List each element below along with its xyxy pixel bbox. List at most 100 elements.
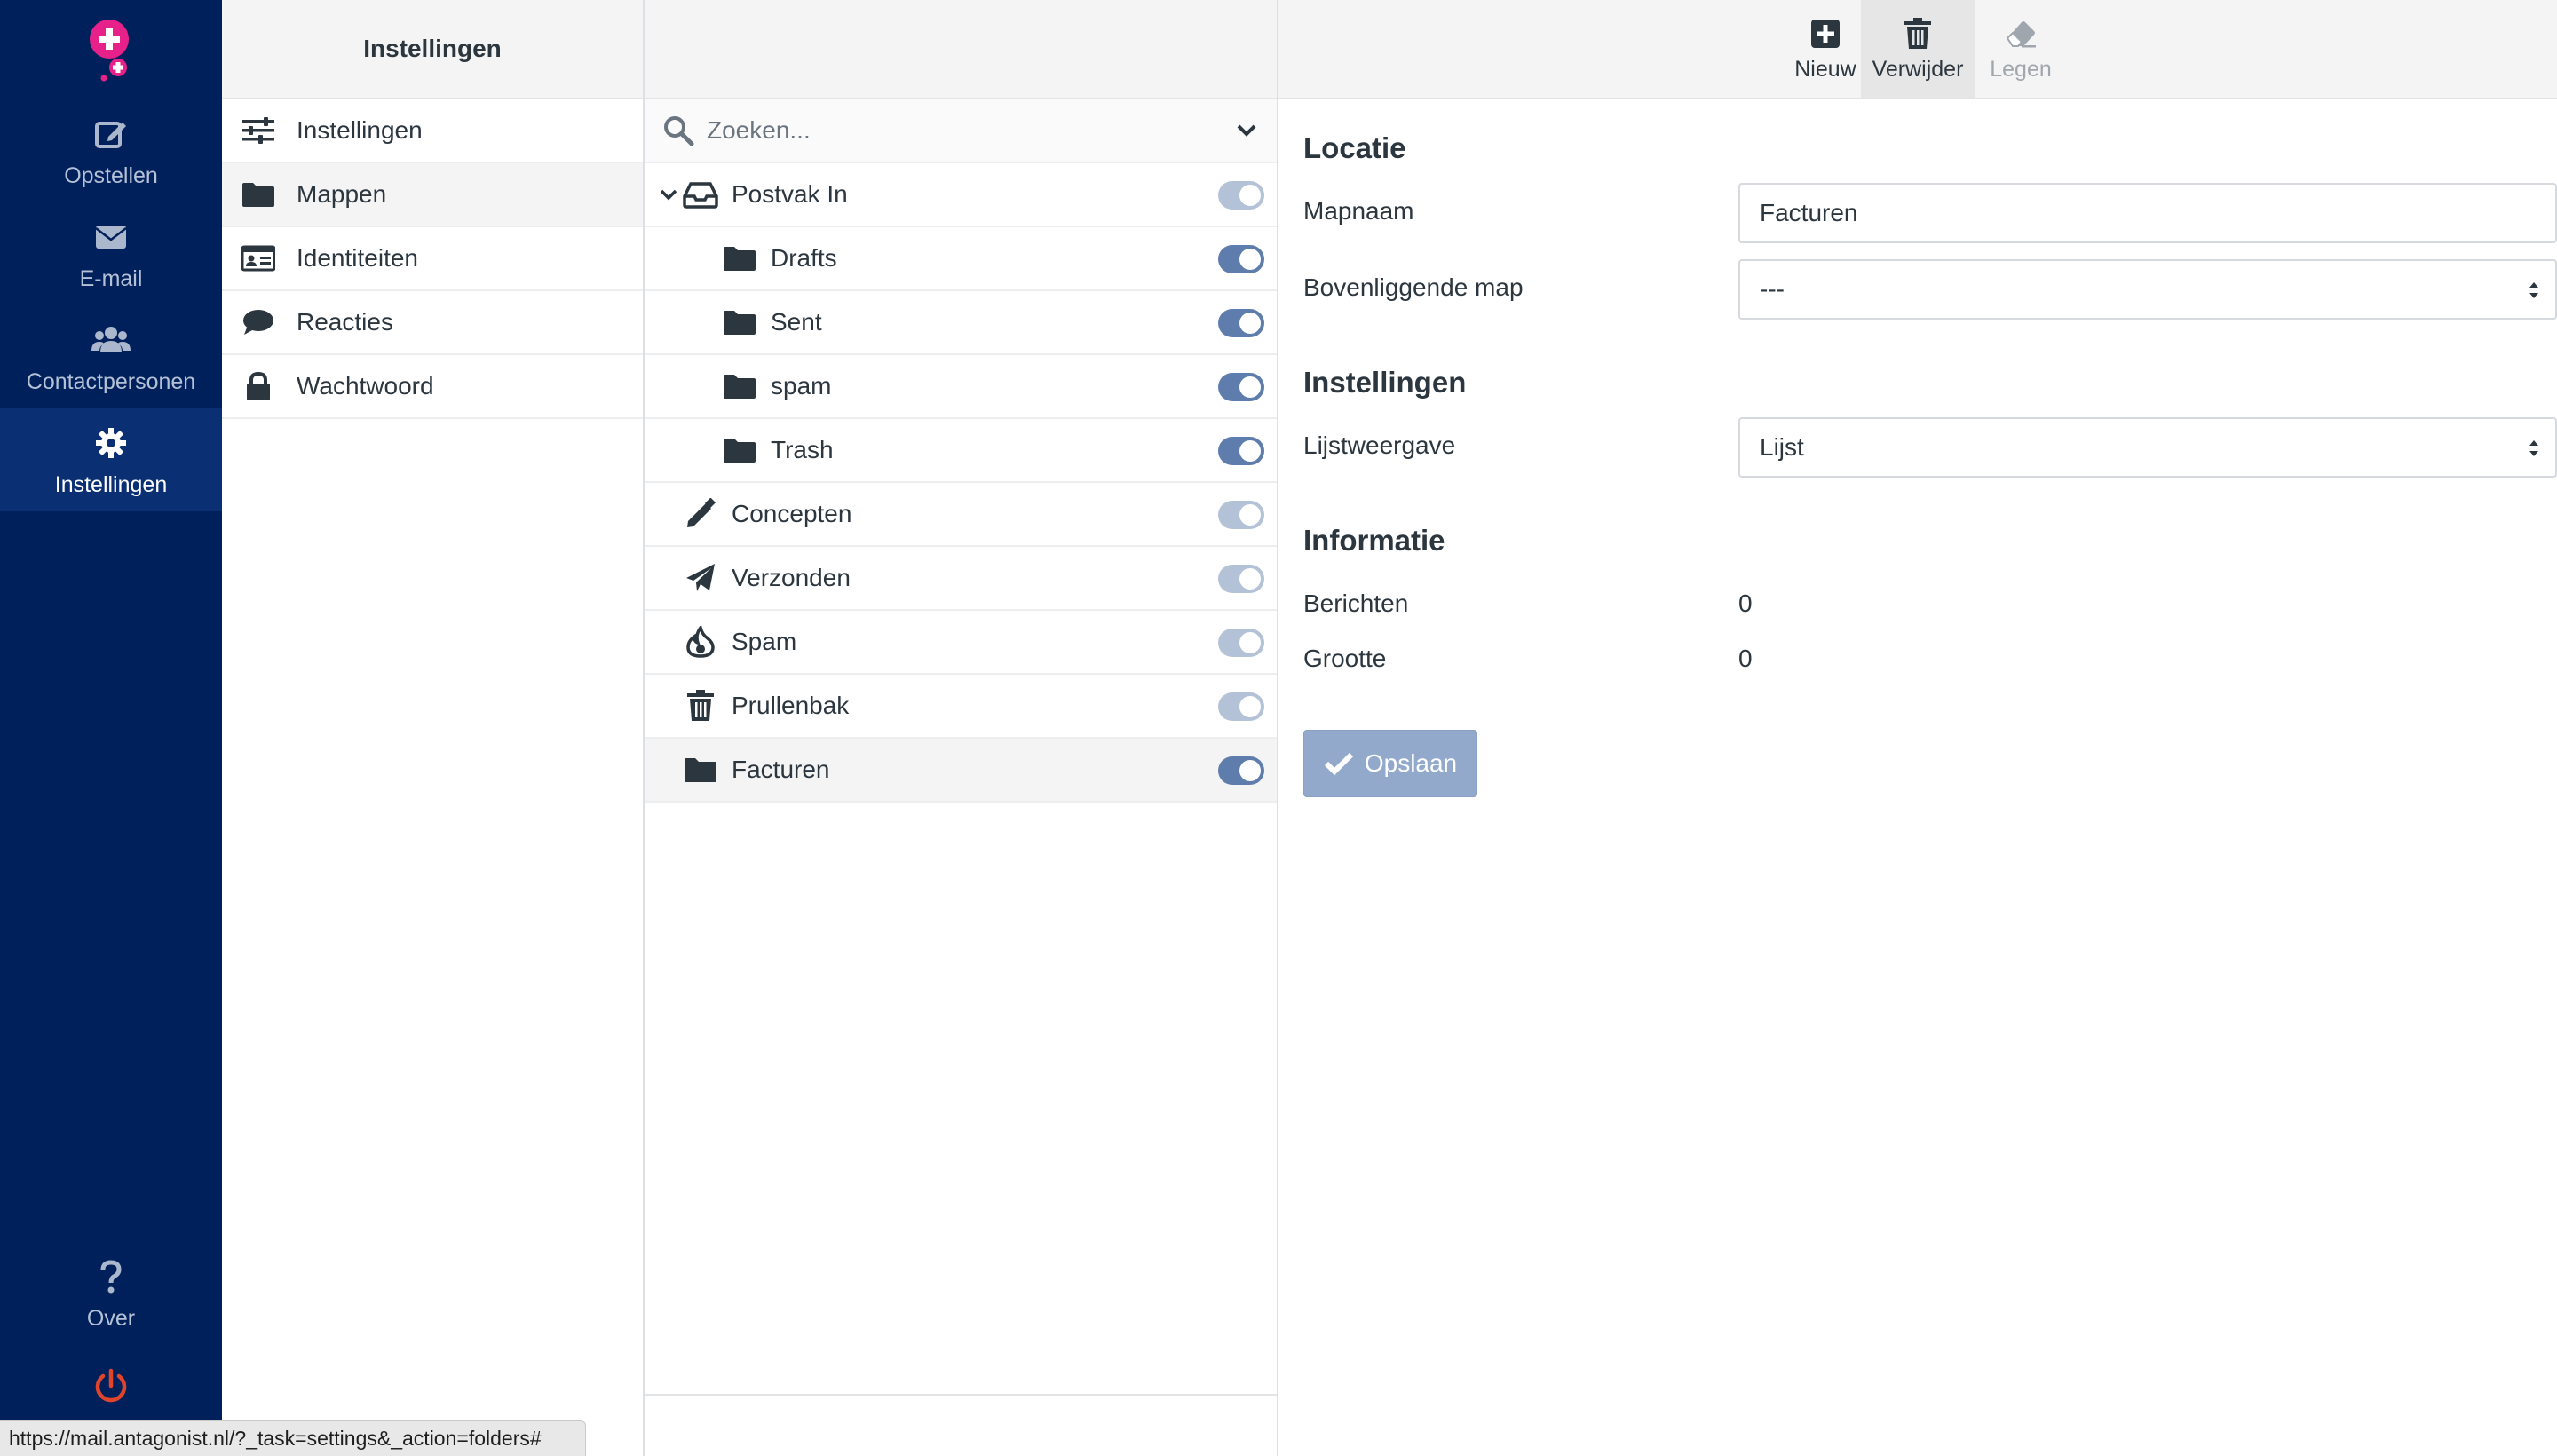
listview-value: Lijst [1760, 433, 1804, 461]
id-card-icon [240, 242, 277, 274]
folder-item-concepts[interactable]: Concepten [645, 483, 1277, 547]
folders-footer [645, 1394, 1277, 1456]
folder-item-inbox[interactable]: Postvak In [645, 163, 1277, 227]
sliders-icon [240, 115, 277, 146]
chevron-down-icon[interactable] [1234, 118, 1259, 143]
folder-name: spam [771, 372, 832, 400]
save-label: Opslaan [1364, 749, 1458, 777]
subscribe-toggle[interactable] [1218, 565, 1264, 593]
subscribe-toggle[interactable] [1218, 181, 1264, 210]
comment-icon [240, 306, 277, 338]
logout-button[interactable] [92, 1367, 130, 1405]
empty-folder-button[interactable]: Legen [1975, 0, 2067, 98]
folder-item-spam[interactable]: Spam [645, 611, 1277, 675]
folders-column: Zoeken... Postvak In Drafts Sent spam Tr… [645, 0, 1278, 1456]
nav-settings[interactable]: Instellingen [0, 408, 222, 511]
folder-name-field[interactable]: Facturen [1738, 183, 2557, 243]
trash-icon [1900, 16, 1936, 51]
nav-compose[interactable]: Opstellen [0, 99, 222, 202]
folder-item-sent-items[interactable]: Verzonden [645, 547, 1277, 611]
empty-folder-label: Legen [1990, 56, 2052, 82]
settings-item-label: Reacties [297, 308, 393, 336]
nav-contacts-label: Contactpersonen [26, 368, 196, 394]
folder-icon [721, 370, 758, 402]
nav-email[interactable]: E-mail [0, 202, 222, 305]
parent-folder-label: Bovenliggende map [1303, 273, 1524, 301]
folder-item-sent[interactable]: Sent [645, 291, 1277, 355]
folder-name: Trash [771, 436, 834, 463]
plus-square-icon [1808, 16, 1843, 51]
nav-about-label: Over [86, 1305, 136, 1331]
settings-item-password[interactable]: Wachtwoord [222, 355, 643, 419]
settings-item-label: Wachtwoord [297, 372, 434, 400]
save-button[interactable]: Opslaan [1303, 730, 1477, 797]
folder-name: Concepten [732, 500, 852, 527]
folder-icon [721, 242, 758, 274]
delete-folder-label: Verwijder [1872, 56, 1964, 82]
settings-item-folders[interactable]: Mappen [222, 163, 643, 227]
nav-settings-label: Instellingen [54, 471, 168, 497]
settings-item-label: Identiteiten [297, 244, 418, 272]
folder-name: Postvak In [732, 180, 848, 208]
settings-item-responses[interactable]: Reacties [222, 291, 643, 355]
info-section-title: Informatie [1303, 524, 1445, 557]
search-input[interactable]: Zoeken... [707, 116, 1234, 145]
settings-item-preferences[interactable]: Instellingen [222, 99, 643, 163]
folder-name-label: Mapnaam [1303, 197, 1414, 225]
folder-item-bin[interactable]: Prullenbak [645, 675, 1277, 739]
settings-header: Instellingen [222, 0, 643, 99]
folder-item-trash[interactable]: Trash [645, 419, 1277, 483]
folder-name-value: Facturen [1760, 199, 1858, 226]
settings-item-identities[interactable]: Identiteiten [222, 227, 643, 291]
nav-about[interactable]: Over [0, 1245, 222, 1342]
folder-icon [721, 434, 758, 466]
folder-name: Drafts [771, 244, 837, 272]
parent-folder-select[interactable]: --- [1738, 259, 2557, 320]
folder-item-drafts[interactable]: Drafts [645, 227, 1277, 291]
subscribe-toggle[interactable] [1218, 756, 1264, 785]
settings-column: Instellingen Instellingen Mappen Identit… [222, 0, 645, 1456]
select-arrows-icon [2527, 437, 2541, 460]
subscribe-toggle[interactable] [1218, 245, 1264, 273]
subscribe-toggle[interactable] [1218, 309, 1264, 337]
subscribe-toggle[interactable] [1218, 629, 1264, 657]
folder-search[interactable]: Zoeken... [645, 99, 1277, 163]
search-icon [662, 115, 694, 146]
subscribe-toggle[interactable] [1218, 373, 1264, 401]
location-section-title: Locatie [1303, 131, 1406, 164]
compose-icon [91, 114, 131, 154]
parent-folder-value: --- [1760, 275, 1785, 303]
settings-header-title: Instellingen [363, 35, 502, 62]
folder-icon [682, 754, 719, 786]
contacts-icon [91, 320, 131, 360]
listview-label: Lijstweergave [1303, 431, 1456, 459]
folder-item-invoices[interactable]: Facturen [645, 739, 1277, 803]
subscribe-toggle[interactable] [1218, 437, 1264, 465]
paper-plane-icon [682, 562, 719, 594]
subscribe-toggle[interactable] [1218, 501, 1264, 529]
listview-select[interactable]: Lijst [1738, 417, 2557, 478]
nav-compose-label: Opstellen [64, 162, 158, 188]
folder-name: Prullenbak [732, 692, 850, 719]
folder-name: Spam [732, 628, 797, 655]
folder-name: Verzonden [732, 564, 851, 591]
pencil-icon [682, 498, 719, 530]
delete-folder-button[interactable]: Verwijder [1861, 0, 1975, 98]
settings-item-label: Instellingen [297, 116, 423, 144]
fire-icon [682, 626, 719, 658]
subscribe-toggle[interactable] [1218, 692, 1264, 721]
lock-icon [240, 370, 277, 402]
folders-header [645, 0, 1277, 99]
toolbar: Nieuw Verwijder Legen [1278, 0, 2557, 99]
question-icon [91, 1256, 131, 1297]
collapse-chevron-icon[interactable] [657, 183, 680, 206]
link-status-bar: https://mail.antagonist.nl/?_task=settin… [0, 1420, 586, 1456]
folder-item-spam-lower[interactable]: spam [645, 355, 1277, 419]
messages-value: 0 [1738, 590, 1753, 617]
nav-contacts[interactable]: Contactpersonen [0, 305, 222, 408]
folder-name: Sent [771, 308, 822, 336]
settings-item-label: Mappen [297, 180, 387, 208]
main-navigation: Opstellen E-mail Contactpersonen Instell… [0, 0, 222, 1456]
logo[interactable] [84, 18, 138, 89]
status-url: https://mail.antagonist.nl/?_task=settin… [9, 1427, 542, 1450]
